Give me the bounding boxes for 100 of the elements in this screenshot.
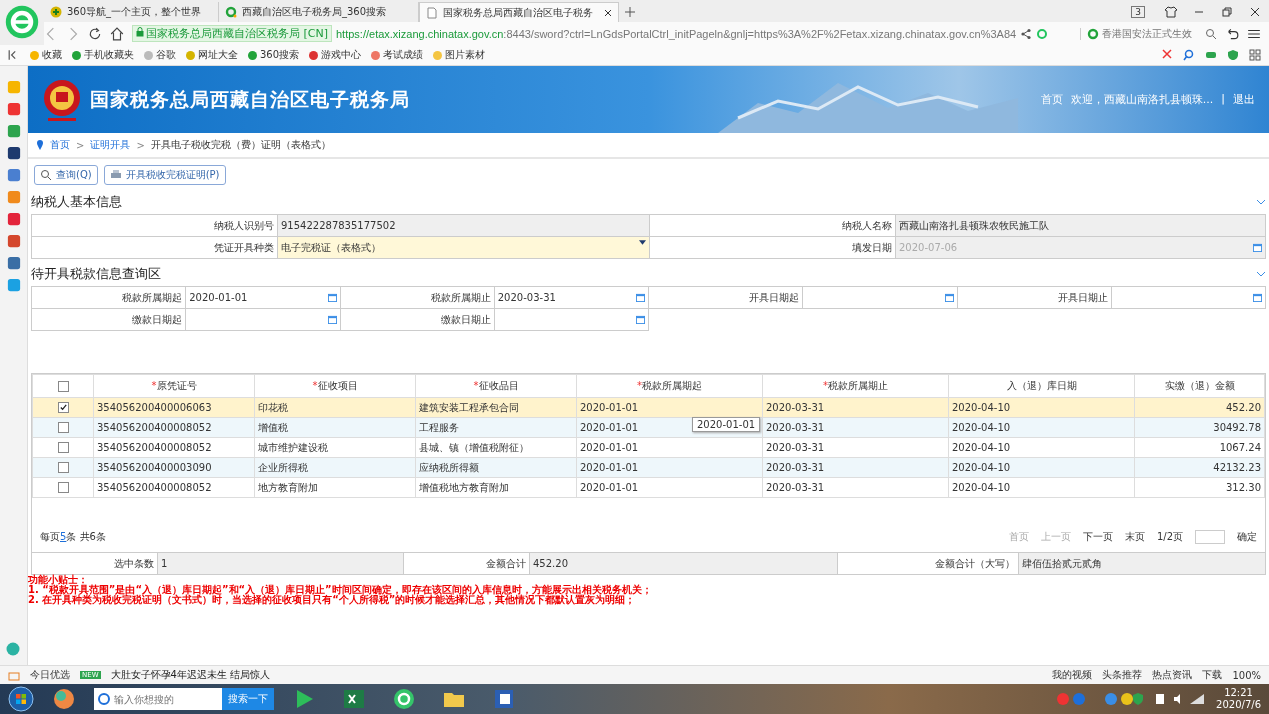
pager-link[interactable]: 末页 [1124, 530, 1145, 544]
clock-time[interactable]: 12:21 [1224, 687, 1253, 699]
browser-logo-icon[interactable] [4, 4, 40, 40]
app-icon[interactable] [6, 146, 21, 160]
bookmark-item[interactable]: 图片素材 [433, 48, 486, 62]
bookmark-item[interactable]: 收藏 [30, 48, 62, 62]
document-icon[interactable] [492, 687, 516, 711]
search-button[interactable]: 搜索一下 [222, 688, 274, 710]
browser-tab[interactable]: 国家税务总局西藏自治区电子税务 [419, 2, 619, 22]
select-all-checkbox[interactable] [57, 380, 69, 392]
date-field[interactable] [186, 309, 341, 331]
query-button[interactable]: 查询(Q) [34, 165, 98, 185]
table-cell: 354056200400003090 [93, 457, 255, 478]
pager-link[interactable]: 下一页 [1082, 530, 1113, 544]
reload-icon[interactable] [88, 26, 102, 41]
close-icon[interactable] [604, 8, 612, 17]
search-ring-icon [1087, 27, 1099, 40]
header-link[interactable]: 退出 [1233, 92, 1255, 107]
address-bar[interactable]: 国家税务总局西藏自治区税务局 [CN] https://etax.xizang.chinatax.gov.cn:8443/sword?ctrl=LnGdsPortalCtrl_initPageln&gnlj=https%3A%2F%2Fetax.xizang.chinatax.gov.cn%3A84 [132, 24, 1072, 43]
date-field[interactable]: 2020-03-31 [494, 287, 649, 309]
calendar-icon[interactable] [636, 293, 645, 302]
table-cell: 地方教育附加 [254, 477, 416, 498]
status-link[interactable]: 热点资讯 [1152, 668, 1193, 682]
bookmark-item[interactable]: 360搜索 [248, 48, 300, 62]
table-cell: 2020-04-10 [948, 457, 1135, 478]
confirm-link[interactable]: 确定 [1237, 530, 1257, 544]
search-icon [40, 169, 52, 181]
field-label: 填发日期 [650, 237, 896, 259]
print-button[interactable]: 开具税收完税证明(P) [103, 165, 226, 185]
status-link[interactable]: 我的视频 [1052, 668, 1093, 682]
welcome-text: 欢迎，西藏山南洛扎县顿珠... [1070, 92, 1214, 107]
table-cell: 2020-03-31 [762, 417, 949, 438]
table-cell: 354056200400008052 [93, 477, 255, 498]
bookmark-item[interactable]: 网址大全 [186, 48, 238, 62]
scissors-icon[interactable] [1161, 49, 1173, 61]
row-checkbox[interactable] [57, 462, 69, 474]
status-link[interactable]: 头条推荐 [1102, 668, 1143, 682]
bookmark-item[interactable]: 考试成绩 [371, 48, 424, 62]
calendar-icon[interactable] [636, 315, 645, 324]
table-cell: 2020-01-01 [576, 437, 763, 458]
start-button[interactable] [8, 686, 34, 712]
row-checkbox[interactable] [57, 482, 69, 494]
page-size-text: 每页5条 共6条 [40, 530, 106, 544]
date-field[interactable]: 2020-01-01 [186, 287, 341, 309]
date-field[interactable] [1111, 287, 1266, 309]
browser-icon[interactable] [392, 687, 416, 711]
row-checkbox[interactable] [57, 402, 69, 414]
page-input[interactable] [1195, 530, 1225, 544]
undo-icon[interactable] [1225, 26, 1239, 41]
row-checkbox[interactable] [57, 442, 69, 454]
clock-date[interactable]: 2020/7/6 [1216, 699, 1261, 711]
bookmark-item[interactable]: 手机收藏夹 [72, 48, 134, 62]
breadcrumb-link[interactable]: 首页 [50, 138, 70, 152]
gamepad-icon[interactable] [1205, 49, 1217, 61]
tray-icons-drawing[interactable] [1056, 692, 1207, 706]
status-link[interactable]: 下载 [1202, 668, 1223, 682]
section-title: 纳税人基本信息 [31, 193, 122, 211]
ball-icon[interactable] [52, 687, 76, 711]
search-field[interactable]: 香港国安法正式生效 [1102, 28, 1202, 39]
select-field[interactable]: 电子完税证（表格式） [278, 237, 650, 259]
status-link[interactable]: 今日优选 [30, 668, 70, 682]
home-icon[interactable] [110, 26, 124, 41]
zoom-level[interactable]: 100% [1232, 669, 1261, 681]
bookmark-item[interactable]: 谷歌 [144, 48, 176, 62]
grid-icon[interactable] [1249, 49, 1261, 61]
table-cell: 增值税地方教育附加 [415, 477, 577, 498]
breadcrumb-link[interactable]: 证明开具 [90, 138, 131, 152]
table-cell: 30492.78 [1134, 417, 1265, 438]
search-icon[interactable] [1183, 49, 1195, 61]
calendar-icon[interactable] [1253, 293, 1262, 302]
news-headline[interactable]: 大肚女子怀孕4年迟迟未生 结局惊人 [110, 668, 271, 682]
row-checkbox[interactable] [57, 422, 69, 434]
bookmark-item[interactable]: 游戏中心 [309, 48, 362, 62]
search-icon[interactable] [1205, 27, 1217, 40]
calendar-icon[interactable] [327, 315, 337, 324]
shield-icon[interactable] [1227, 49, 1239, 61]
tips-title: 功能小贴士： [28, 575, 88, 585]
new-tab-icon[interactable] [625, 7, 635, 17]
tab-count[interactable]: 3 [1131, 6, 1145, 18]
share-icon[interactable] [1020, 27, 1033, 40]
date-field[interactable] [803, 287, 958, 309]
restore-icon[interactable] [1221, 6, 1233, 18]
chevron-down-icon[interactable] [1256, 199, 1266, 205]
close-icon[interactable] [1249, 6, 1261, 18]
taskbar-search-box[interactable]: 输入你想搜的 [94, 688, 222, 710]
app-icon[interactable] [6, 256, 21, 270]
chevron-down-icon[interactable] [1256, 271, 1266, 277]
calendar-icon[interactable] [327, 293, 337, 302]
emblem-icon [42, 77, 82, 122]
tip-text: 2. 在开具种类为税收完税证明（文书式）时，当选择的征收项目只有“个人所得税”的时候才能选择汇总，其他情况下都默认置灰为明细； [28, 595, 636, 605]
field-label: 税款所属期止 [340, 287, 495, 309]
page-icon [426, 6, 438, 19]
field-label: 纳税人识别号 [32, 215, 278, 237]
site-title: 国家税务总局西藏自治区电子税务局 [90, 86, 410, 112]
shirt-icon[interactable] [1165, 6, 1177, 18]
field-label: 税款所属期起 [32, 287, 187, 309]
calendar-icon[interactable] [944, 293, 954, 302]
date-field[interactable] [494, 309, 649, 331]
spreadsheet-icon[interactable] [342, 687, 366, 711]
lock-icon [136, 27, 144, 37]
